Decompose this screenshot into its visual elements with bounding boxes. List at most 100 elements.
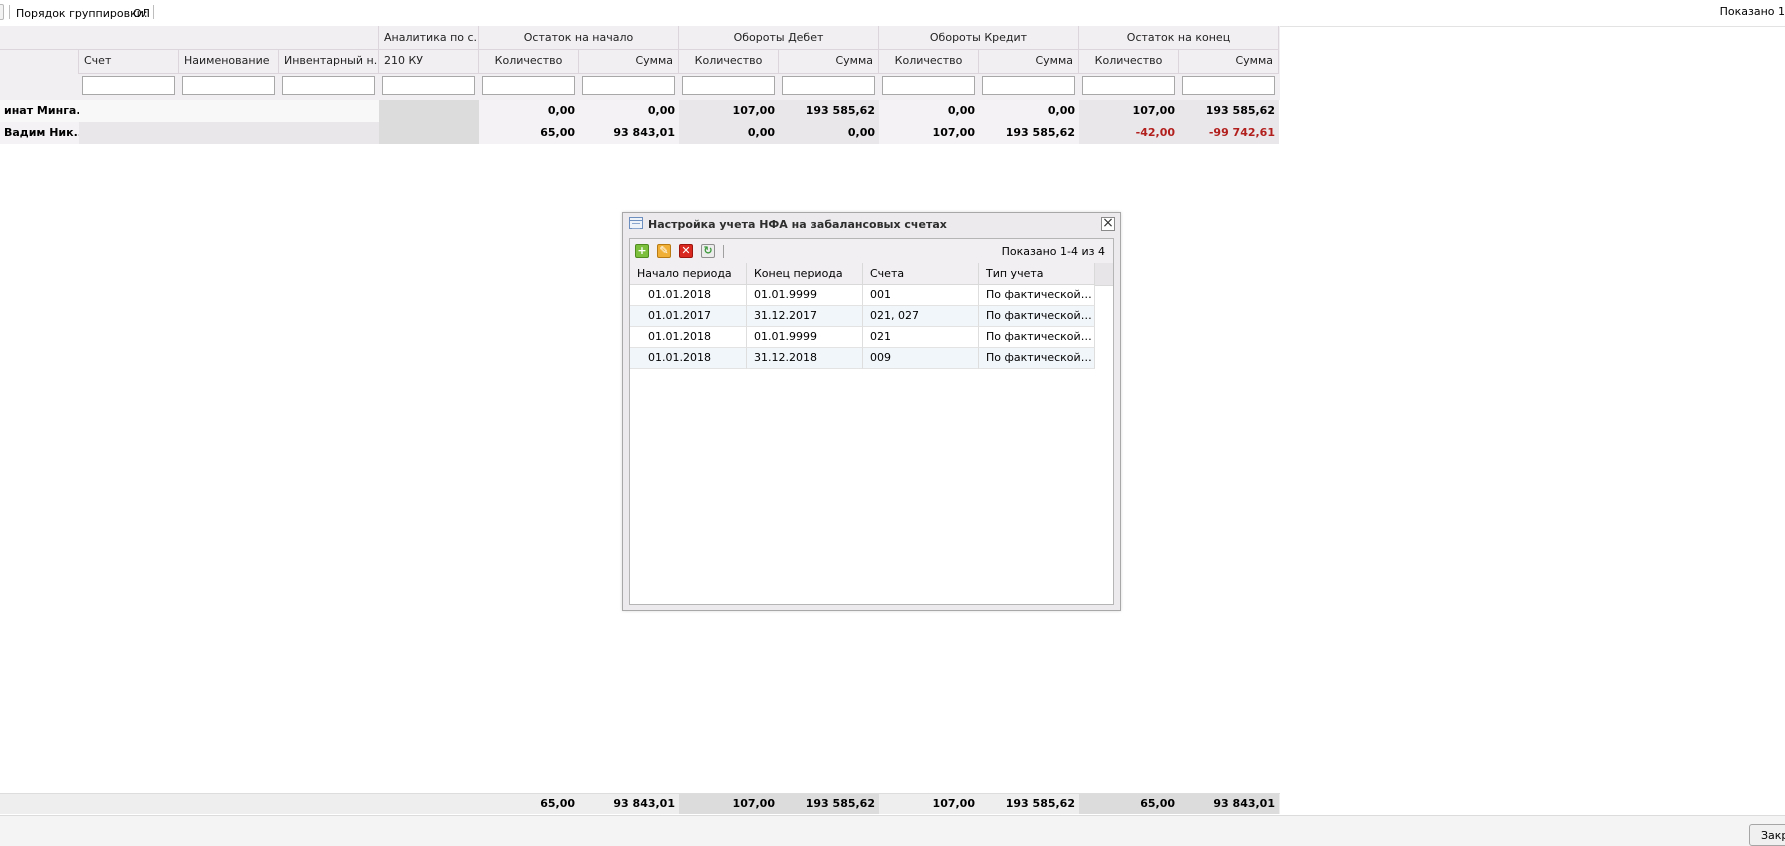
header-sum-opening[interactable]: Сумма [579, 50, 679, 74]
header-account[interactable]: Счет [79, 50, 179, 74]
header-ku[interactable]: 210 КУ [379, 50, 479, 74]
cell-sum-credit: 0,00 [979, 100, 1079, 122]
cell-end-period: 31.12.2018 [747, 348, 863, 369]
header-name[interactable]: Наименование [179, 50, 279, 74]
column-accounting-type[interactable]: Тип учета [979, 263, 1095, 285]
header-analytics[interactable]: Аналитика по с... [379, 26, 479, 50]
header-qty-debit[interactable]: Количество [679, 50, 779, 74]
delete-icon[interactable]: ✕ [679, 244, 693, 258]
filter-name-input[interactable] [182, 76, 275, 95]
table-row[interactable]: 01.01.2018 01.01.9999 021 По фактической… [630, 327, 1095, 348]
cell-start-period: 01.01.2018 [630, 285, 747, 306]
cell-accounts: 009 [863, 348, 979, 369]
cell-accounts: 021 [863, 327, 979, 348]
toolbar-separator [153, 5, 154, 19]
dialog-title: Настройка учета НФА на забалансовых счет… [648, 218, 947, 231]
header-group-column [0, 50, 79, 74]
totals-row: 65,00 93 843,01 107,00 193 585,62 107,00… [0, 793, 1280, 814]
header-qty-opening[interactable]: Количество [479, 50, 579, 74]
cell-qty-closing: -42,00 [1079, 122, 1179, 144]
filter-sum-opening-input[interactable] [582, 76, 675, 95]
table-row[interactable]: 01.01.2018 01.01.9999 001 По фактической… [630, 285, 1095, 306]
records-shown-text: Показано 1 [1719, 5, 1785, 18]
row-empty-cells [79, 122, 379, 144]
close-button[interactable]: Закрыть [1749, 824, 1785, 846]
cell-qty-debit: 0,00 [679, 122, 779, 144]
total-sum-credit: 193 585,62 [1005, 797, 1075, 810]
header-inventory-number[interactable]: Инвентарный н... [279, 50, 379, 74]
toolbar-button-stub[interactable] [0, 4, 4, 20]
filter-sum-debit-input[interactable] [782, 76, 875, 95]
close-icon[interactable]: × [1101, 216, 1115, 231]
table-row[interactable]: Вадим Ник... 65,00 93 843,01 0,00 0,00 1… [0, 122, 1280, 144]
row-group-label: инат Минга... [0, 100, 79, 122]
filter-sum-credit-input[interactable] [982, 76, 1075, 95]
row-ku-cell [379, 100, 479, 122]
cell-sum-debit: 0,00 [779, 122, 879, 144]
cell-sum-closing: 193 585,62 [1179, 100, 1279, 122]
cell-end-period: 01.01.9999 [747, 285, 863, 306]
add-icon[interactable]: + [635, 244, 649, 258]
cell-accounting-type: По фактической ст... [979, 348, 1095, 369]
header-qty-credit[interactable]: Количество [879, 50, 979, 74]
cell-sum-debit: 193 585,62 [779, 100, 879, 122]
grid-window-icon [629, 217, 643, 229]
table-row[interactable]: инат Минга... 0,00 0,00 107,00 193 585,6… [0, 100, 1280, 122]
dialog-body: + ✎ ✕ ↻ Показано 1-4 из 4 Начало периода… [629, 238, 1114, 605]
cell-sum-opening: 93 843,01 [579, 122, 679, 144]
cell-qty-opening: 65,00 [479, 122, 579, 144]
cell-accounting-type: По фактической ст... [979, 306, 1095, 327]
cell-start-period: 01.01.2018 [630, 327, 747, 348]
bottom-bar: Закрыть [0, 815, 1785, 846]
header-spacer [0, 26, 379, 50]
filter-inventory-input[interactable] [282, 76, 375, 95]
filter-qty-opening-input[interactable] [482, 76, 575, 95]
filter-qty-debit-input[interactable] [682, 76, 775, 95]
column-start-period[interactable]: Начало периода [630, 263, 747, 285]
dialog-table-header: Начало периода Конец периода Счета Тип у… [630, 263, 1113, 286]
nfa-settings-dialog: Настройка учета НФА на забалансовых счет… [622, 212, 1121, 611]
cell-qty-opening: 0,00 [479, 100, 579, 122]
edit-icon[interactable]: ✎ [657, 244, 671, 258]
cell-start-period: 01.01.2017 [630, 306, 747, 327]
grouping-order-value[interactable]: ОЛ [133, 7, 150, 20]
refresh-icon[interactable]: ↻ [701, 244, 715, 258]
cell-accounts: 021, 027 [863, 306, 979, 327]
header-opening-balance[interactable]: Остаток на начало [479, 26, 679, 50]
row-ku-cell [379, 122, 479, 144]
total-qty-closing: 65,00 [1079, 794, 1179, 814]
cell-start-period: 01.01.2018 [630, 348, 747, 369]
cell-sum-opening: 0,00 [579, 100, 679, 122]
toolbar-separator [9, 5, 10, 19]
row-empty-cells [79, 100, 379, 122]
cell-qty-closing: 107,00 [1079, 100, 1179, 122]
header-debit-turnover[interactable]: Обороты Дебет [679, 26, 879, 50]
header-sum-closing[interactable]: Сумма [1179, 50, 1279, 74]
grouping-order-label: Порядок группировки: [16, 7, 148, 20]
cell-qty-credit: 107,00 [879, 122, 979, 144]
filter-sum-closing-input[interactable] [1182, 76, 1275, 95]
column-accounts[interactable]: Счета [863, 263, 979, 285]
cell-accounting-type: По фактической ст... [979, 327, 1095, 348]
total-sum-opening: 93 843,01 [613, 797, 675, 810]
filter-ku-input[interactable] [382, 76, 475, 95]
header-sum-debit[interactable]: Сумма [779, 50, 879, 74]
filter-qty-credit-input[interactable] [882, 76, 975, 95]
table-row[interactable]: 01.01.2017 31.12.2017 021, 027 По фактич… [630, 306, 1095, 327]
total-qty-opening: 65,00 [540, 797, 575, 810]
cell-accounting-type: По фактической ст... [979, 285, 1095, 306]
column-end-period[interactable]: Конец периода [747, 263, 863, 285]
cell-end-period: 01.01.9999 [747, 327, 863, 348]
filter-account-input[interactable] [82, 76, 175, 95]
table-row[interactable]: 01.01.2018 31.12.2018 009 По фактической… [630, 348, 1095, 369]
total-qty-credit: 107,00 [932, 797, 975, 810]
dialog-toolbar: + ✎ ✕ ↻ Показано 1-4 из 4 [630, 239, 1113, 264]
header-credit-turnover[interactable]: Обороты Кредит [879, 26, 1079, 50]
dialog-header[interactable]: Настройка учета НФА на забалансовых счет… [623, 213, 1120, 235]
header-sum-credit[interactable]: Сумма [979, 50, 1079, 74]
cell-qty-debit: 107,00 [679, 100, 779, 122]
cell-accounts: 001 [863, 285, 979, 306]
filter-qty-closing-input[interactable] [1082, 76, 1175, 95]
header-qty-closing[interactable]: Количество [1079, 50, 1179, 74]
header-closing-balance[interactable]: Остаток на конец [1079, 26, 1279, 50]
